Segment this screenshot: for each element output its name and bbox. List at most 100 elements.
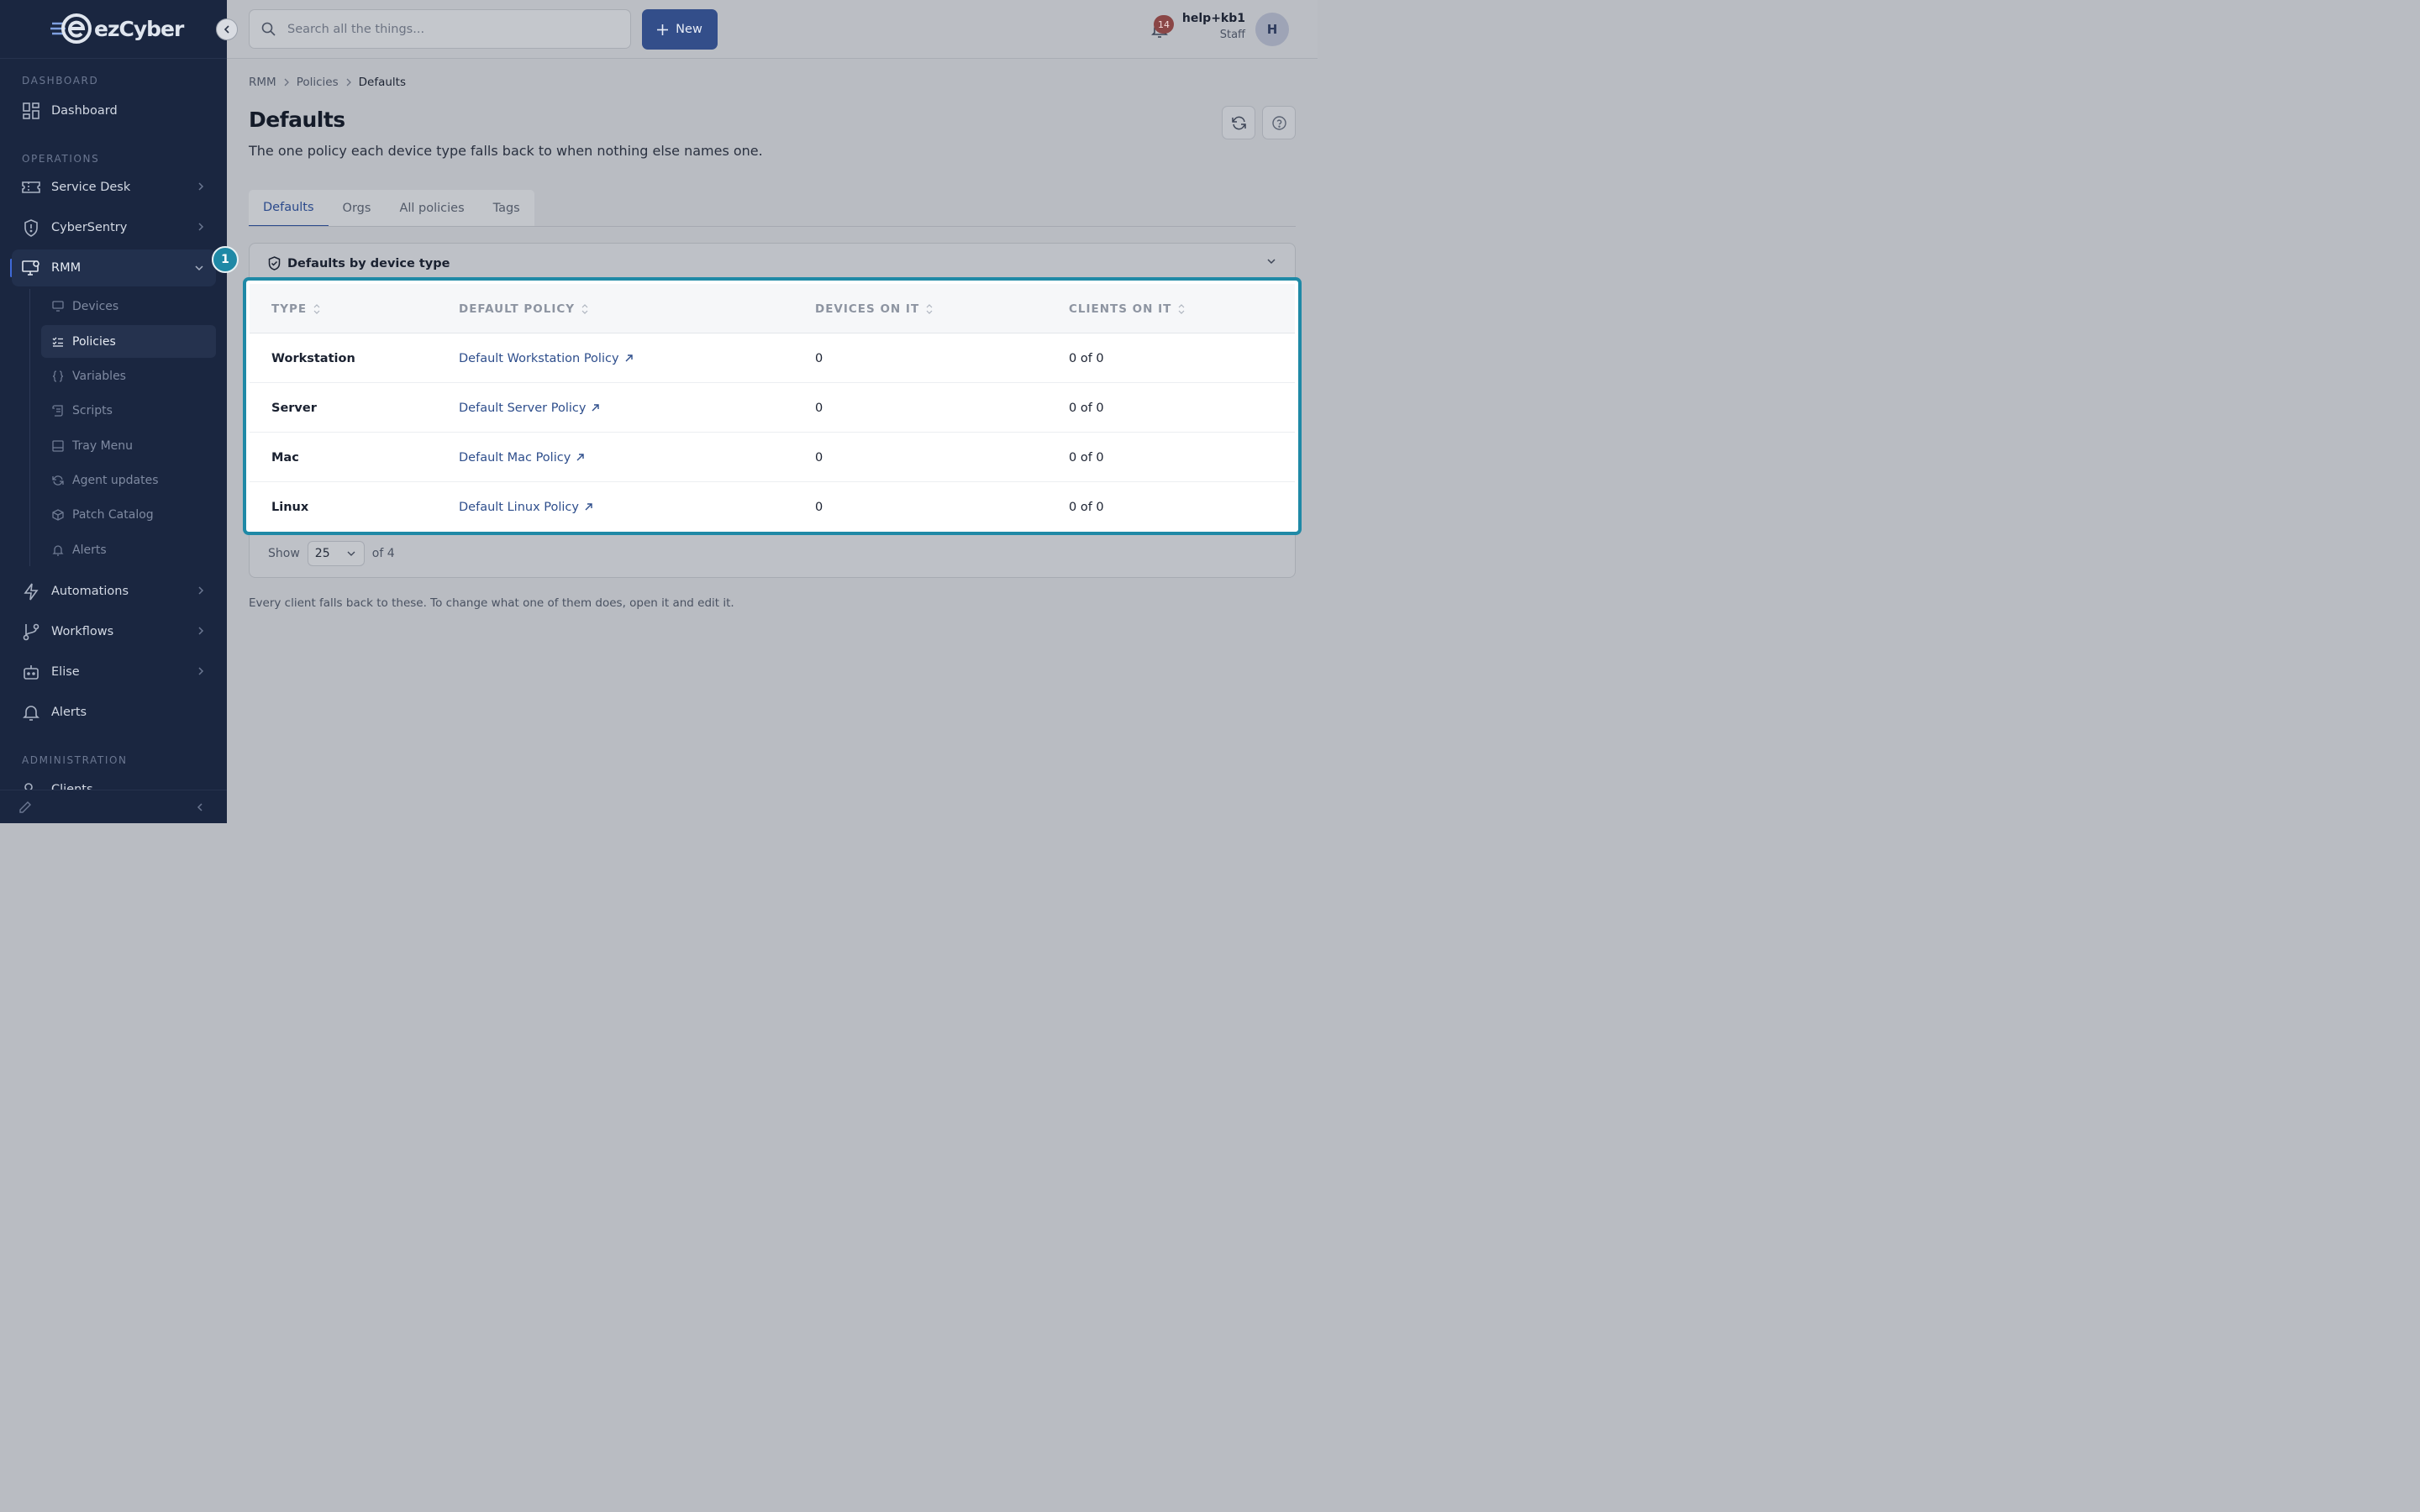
sidebar-subitem-patch-catalog[interactable]: Patch Catalog — [41, 498, 216, 531]
sidebar-subitem-label: Agent updates — [72, 473, 159, 487]
sidebar-item-label: Elise — [51, 665, 80, 679]
edit-pencil-icon[interactable] — [18, 801, 32, 814]
sidebar-item-service-desk[interactable]: Service Desk — [12, 169, 216, 206]
sidebar-subitem-label: Alerts — [72, 543, 107, 557]
sidebar-subitem-scripts[interactable]: Scripts — [41, 394, 216, 427]
sidebar-subitem-policies[interactable]: Policies — [41, 325, 216, 358]
sidebar-item-cybersentry[interactable]: CyberSentry — [12, 209, 216, 246]
pagination: Show 25 of 4 — [268, 541, 395, 566]
plus-icon — [657, 24, 669, 35]
external-arrow-icon — [625, 354, 633, 362]
page-size-value: 25 — [314, 547, 330, 560]
callout-marker: 1 — [212, 246, 239, 273]
package-icon — [52, 508, 64, 521]
table-row: Linux Default Linux Policy 0 0 of 0 — [250, 482, 1295, 532]
sidebar-subitem-variables[interactable]: Variables — [41, 360, 216, 392]
sidebar-subitem-label: Scripts — [72, 403, 113, 417]
tab-defaults[interactable]: Defaults — [249, 190, 329, 227]
sidebar-item-rmm[interactable]: RMM — [12, 249, 216, 286]
logo-bar: ezCyber — [0, 0, 227, 59]
defaults-table: TYPE DEFAULT POLICY DEVICES ON IT CLIENT… — [243, 277, 1302, 535]
policy-link[interactable]: Default Workstation Policy — [459, 352, 633, 365]
sidebar-item-workflows[interactable]: Workflows — [12, 613, 216, 650]
panel-title: Defaults by device type — [287, 256, 450, 270]
sidebar-item-label: RMM — [51, 261, 82, 275]
sidebar-footer — [0, 790, 227, 823]
sidebar-item-elise[interactable]: Elise — [12, 654, 216, 690]
sidebar-item-dashboard[interactable]: Dashboard — [12, 92, 216, 129]
sidebar: ezCyber DASHBOARD Dashboard OPERATIONS S… — [0, 0, 227, 823]
sidebar-subitem-tray-menu[interactable]: Tray Menu — [41, 429, 216, 462]
zap-icon — [22, 582, 40, 601]
collapse-sidebar-icon[interactable] — [197, 802, 203, 812]
sidebar-subitem-alerts[interactable]: Alerts — [41, 533, 216, 566]
avatar[interactable]: H — [1255, 13, 1289, 46]
help-button[interactable] — [1262, 106, 1296, 139]
policy-link[interactable]: Default Mac Policy — [459, 451, 584, 465]
sidebar-item-automations[interactable]: Automations — [12, 573, 216, 610]
column-header-label: DEFAULT POLICY — [459, 302, 576, 316]
policy-link[interactable]: Default Server Policy — [459, 401, 600, 415]
table-header: TYPE DEFAULT POLICY DEVICES ON IT CLIENT… — [250, 284, 1295, 333]
tab-orgs[interactable]: Orgs — [329, 190, 386, 227]
notification-count-badge[interactable]: 14 — [1154, 15, 1174, 34]
sidebar-item-label: Alerts — [51, 706, 87, 719]
scroll-icon — [52, 404, 64, 417]
footer-note: Every client falls back to these. To cha… — [249, 596, 734, 610]
top-bar: New 14 help+kb1 Staff H — [227, 0, 1318, 59]
sidebar-item-alerts[interactable]: Alerts — [12, 694, 216, 731]
policy-link-label: Default Mac Policy — [459, 450, 571, 465]
policy-link-label: Default Server Policy — [459, 401, 587, 415]
search-box[interactable] — [249, 9, 631, 49]
help-circle-icon — [1271, 115, 1286, 130]
page-size-select[interactable]: 25 — [307, 541, 365, 566]
monitor-icon — [52, 301, 64, 312]
policy-link[interactable]: Default Linux Policy — [459, 501, 592, 514]
bot-icon — [22, 663, 40, 681]
refresh-icon — [1231, 116, 1246, 129]
user-info[interactable]: help+kb1 Staff — [1182, 12, 1245, 41]
cell-clients: 0 of 0 — [1069, 351, 1104, 365]
breadcrumb: RMM Policies Defaults — [249, 76, 406, 89]
git-branch-icon — [22, 622, 40, 641]
show-label: Show — [268, 547, 300, 560]
cell-clients: 0 of 0 — [1069, 401, 1104, 415]
breadcrumb-policies[interactable]: Policies — [297, 76, 339, 89]
sidebar-item-label: Dashboard — [51, 104, 118, 118]
shield-alert-icon — [22, 218, 40, 237]
refresh-button[interactable] — [1222, 106, 1255, 139]
monitor-cog-icon — [22, 259, 40, 277]
cell-clients: 0 of 0 — [1069, 450, 1104, 465]
chevron-down-icon — [347, 551, 355, 556]
column-header-label: DEVICES ON IT — [815, 302, 920, 316]
tab-all-policies[interactable]: All policies — [385, 190, 478, 227]
cell-clients: 0 of 0 — [1069, 500, 1104, 514]
brand-logo[interactable]: ezCyber — [50, 12, 184, 45]
panel-header[interactable]: Defaults by device type — [268, 256, 450, 270]
search-input[interactable] — [287, 22, 607, 36]
braces-icon — [52, 370, 64, 382]
breadcrumb-rmm[interactable]: RMM — [249, 76, 276, 89]
cell-devices: 0 — [815, 401, 823, 415]
column-header-devices[interactable]: DEVICES ON IT — [815, 284, 933, 333]
sidebar-item-label: CyberSentry — [51, 221, 128, 234]
sidebar-subitem-agent-updates[interactable]: Agent updates — [41, 464, 216, 496]
chevron-right-icon — [198, 182, 204, 191]
external-arrow-icon — [585, 503, 592, 511]
new-button[interactable]: New — [642, 9, 718, 50]
tab-tags[interactable]: Tags — [479, 190, 534, 227]
cell-devices: 0 — [815, 450, 823, 465]
column-header-label: CLIENTS ON IT — [1069, 302, 1172, 316]
column-header-type[interactable]: TYPE — [271, 284, 320, 333]
sidebar-subitem-devices[interactable]: Devices — [41, 290, 216, 323]
sidebar-collapse-button[interactable] — [216, 18, 238, 40]
cell-devices: 0 — [815, 500, 823, 514]
column-header-clients[interactable]: CLIENTS ON IT — [1069, 284, 1185, 333]
page-subtitle: The one policy each device type falls ba… — [249, 143, 763, 159]
sidebar-item-label: Service Desk — [51, 181, 131, 194]
search-icon — [261, 22, 276, 36]
chevron-down-icon[interactable] — [1266, 258, 1276, 265]
chevron-right-icon — [198, 627, 204, 635]
column-header-default-policy[interactable]: DEFAULT POLICY — [459, 284, 588, 333]
section-label-dashboard: DASHBOARD — [22, 75, 99, 87]
